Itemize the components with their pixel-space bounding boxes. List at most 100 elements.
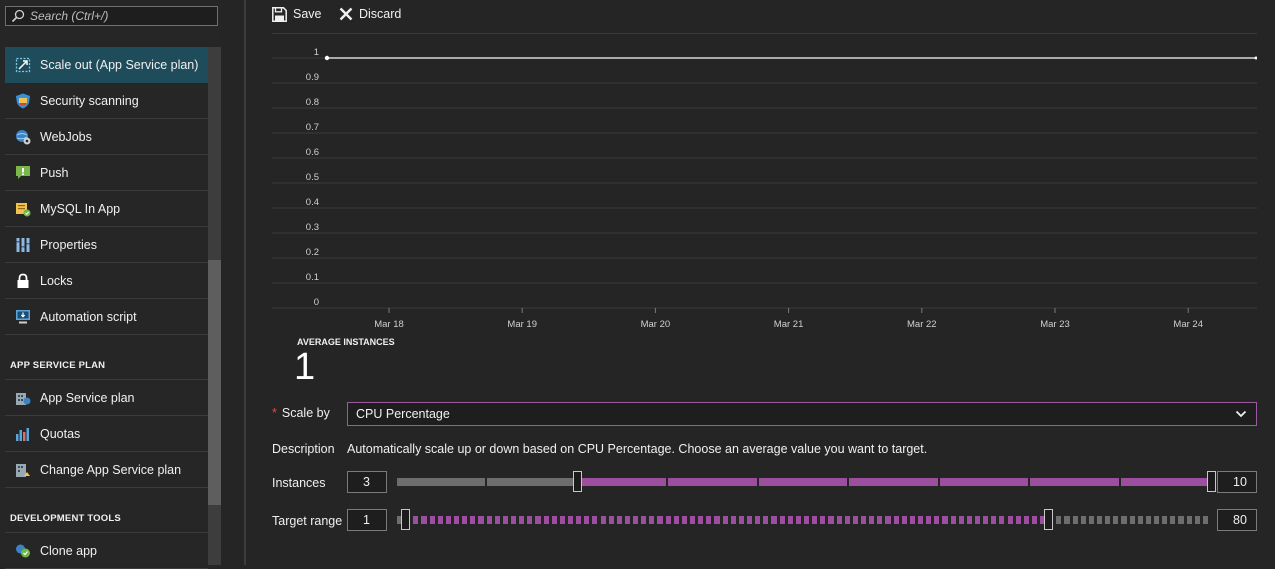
series-point-start <box>324 55 330 61</box>
sidebar-item-label: WebJobs <box>40 129 92 144</box>
slider-segment <box>551 516 557 524</box>
discard-button[interactable]: Discard <box>339 5 401 23</box>
slider-segment <box>738 516 744 524</box>
target-range-slider[interactable] <box>397 509 1211 531</box>
slider-segment <box>633 516 639 524</box>
slider-segment <box>1015 516 1021 524</box>
slider-segment <box>1113 516 1119 524</box>
sidebar-item-app-service-plan[interactable]: App Service plan <box>5 380 208 416</box>
sidebar-item-security-scanning[interactable]: Security scanning <box>5 83 208 119</box>
y-tick-label: 0.7 <box>306 122 319 133</box>
slider-segment <box>502 516 508 524</box>
slider-segment <box>1064 516 1070 524</box>
slider-segment <box>1097 516 1103 524</box>
save-button[interactable]: Save <box>272 5 322 23</box>
slider-segment <box>934 516 940 524</box>
y-tick-label: 0.2 <box>306 247 319 258</box>
y-tick-label: 0.8 <box>306 97 319 108</box>
sidebar-item-change-plan[interactable]: Change App Service plan <box>5 452 208 488</box>
sidebar-item-quotas[interactable]: Quotas <box>5 416 208 452</box>
sidebar-item-locks[interactable]: Locks <box>5 263 208 299</box>
slider-segment <box>747 516 753 524</box>
slider-segment <box>1170 516 1176 524</box>
slider-segment <box>820 516 826 524</box>
sidebar-scroll-thumb[interactable] <box>208 260 221 505</box>
slider-segment <box>849 478 938 486</box>
lock-icon <box>17 273 29 288</box>
slider-segment <box>478 516 484 524</box>
target-min-input[interactable] <box>347 509 387 531</box>
sidebar-menu: Scale out (App Service plan) Security sc… <box>5 47 208 569</box>
instances-label: Instances <box>272 476 326 490</box>
sidebar-item-label: Push <box>40 165 69 180</box>
sidebar-scrollbar[interactable] <box>208 47 221 565</box>
slider-segment <box>681 516 688 524</box>
instance-chart: 1 0.9 0.8 0.7 0.6 0.5 0.4 0.3 0.2 0.1 0 Mar 18 Mar 1… <box>272 33 1257 334</box>
slider-segment <box>901 516 907 524</box>
sidebar: Scale out (App Service plan) Security sc… <box>0 0 221 569</box>
change-plan-icon <box>16 463 30 477</box>
slider-segment <box>758 478 848 486</box>
slider-segment <box>917 516 924 524</box>
slider-segment <box>657 516 663 524</box>
slider-segment <box>494 516 500 524</box>
slider-segment <box>1007 516 1013 524</box>
scale-by-dropdown[interactable]: CPU Percentage <box>347 402 1257 426</box>
instances-max-input[interactable] <box>1217 471 1257 493</box>
slider-segment <box>413 516 419 524</box>
sidebar-item-label: Change App Service plan <box>40 462 182 477</box>
mysql-icon <box>16 202 31 216</box>
sidebar-item-push[interactable]: Push <box>5 155 208 191</box>
save-icon <box>272 6 287 22</box>
y-tick-label: 0.9 <box>306 72 319 83</box>
search-input[interactable] <box>30 8 210 24</box>
clone-icon <box>16 544 30 557</box>
slider-segment <box>1031 516 1038 524</box>
sidebar-item-properties[interactable]: Properties <box>5 227 208 263</box>
slider-handle-min[interactable] <box>400 509 410 530</box>
slider-segment <box>942 516 948 524</box>
slider-handle-max[interactable] <box>1206 471 1216 492</box>
slider-segment <box>926 516 932 524</box>
pane-divider <box>244 0 246 565</box>
sidebar-item-mysql[interactable]: MySQL In App <box>5 191 208 227</box>
webjobs-icon <box>16 129 31 144</box>
slider-handle-min[interactable] <box>573 471 583 492</box>
search-box[interactable] <box>5 6 218 26</box>
sidebar-item-webjobs[interactable]: WebJobs <box>5 119 208 155</box>
slider-segment <box>763 516 769 524</box>
slider-handle-max[interactable] <box>1043 509 1053 530</box>
slider-segment <box>616 516 622 524</box>
slider-segment <box>966 516 972 524</box>
sidebar-item-automation-script[interactable]: Automation script <box>5 299 208 335</box>
chart-canvas: 1 0.9 0.8 0.7 0.6 0.5 0.4 0.3 0.2 0.1 0 Mar 18 Mar 1… <box>272 47 1257 330</box>
instances-range-slider[interactable] <box>397 471 1216 493</box>
scale-by-selected-value: CPU Percentage <box>356 407 450 421</box>
sidebar-item-clone-app[interactable]: Clone app <box>5 533 208 569</box>
slider-segment <box>844 516 850 524</box>
slider-segment <box>771 516 777 524</box>
slider-segment <box>1154 516 1160 524</box>
slider-segment <box>999 516 1005 524</box>
y-tick-label: 0.4 <box>306 197 319 208</box>
slider-segment <box>812 516 818 524</box>
slider-segment <box>804 516 810 524</box>
target-max-input[interactable] <box>1217 509 1257 531</box>
sidebar-item-scale-out[interactable]: Scale out (App Service plan) <box>5 47 208 83</box>
slider-segment <box>535 516 541 524</box>
quotas-icon <box>16 427 29 441</box>
sidebar-item-label: Automation script <box>40 309 137 324</box>
sidebar-item-label: MySQL In App <box>40 201 121 216</box>
sidebar-item-label: Clone app <box>40 543 97 558</box>
slider-segment <box>828 516 834 524</box>
slider-segment <box>559 516 565 524</box>
slider-segment <box>869 516 875 524</box>
sidebar-item-label: App Service plan <box>40 390 135 405</box>
y-tick-label: 0.6 <box>306 147 319 158</box>
slider-segment <box>608 516 614 524</box>
instances-min-input[interactable] <box>347 471 387 493</box>
slider-segment <box>1178 516 1184 524</box>
slider-segment <box>543 516 549 524</box>
slider-segment <box>584 516 590 524</box>
slider-segment <box>668 478 757 486</box>
